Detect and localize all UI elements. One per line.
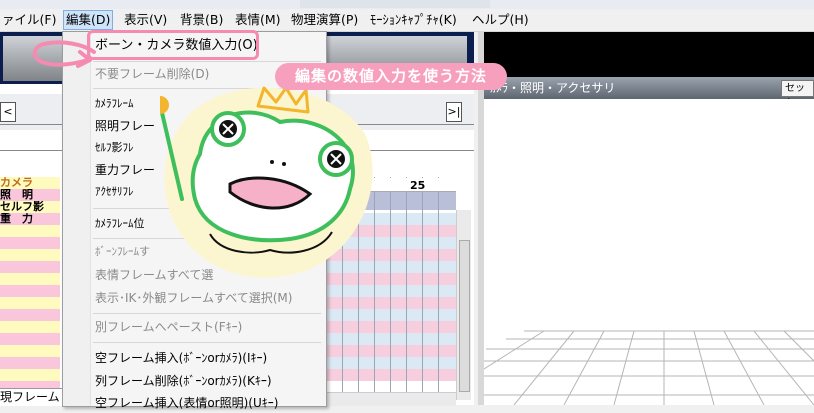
camera-panel: ｶﾒﾗ・照明・アクセサリ セット — [478, 32, 814, 406]
track-light[interactable]: 照 明 — [0, 189, 60, 201]
menu-item-gravity-frame[interactable]: 重力フレー — [95, 160, 155, 180]
3d-viewport[interactable] — [483, 99, 814, 406]
timeline-horizontal-scrollbar[interactable] — [326, 392, 456, 406]
track-camera[interactable]: カメラ — [0, 177, 60, 189]
track-self-shadow[interactable]: セルフ影 — [0, 201, 60, 213]
menu-expression[interactable]: 表情(M) — [233, 11, 283, 29]
menu-item-camera-frame[interactable]: ｶﾒﾗﾌﾚｰﾑ — [95, 94, 134, 114]
frog-mascot-sticker-icon — [160, 86, 373, 278]
timeline-vertical-scrollbar[interactable] — [456, 210, 471, 400]
ground-grid — [483, 330, 814, 406]
camera-toolbar-area — [484, 32, 814, 77]
menu-file[interactable]: ァイル(F) — [0, 11, 58, 29]
next-frame-button[interactable]: >| — [446, 102, 462, 122]
set-button[interactable]: セット — [781, 80, 814, 109]
menu-physics[interactable]: 物理演算(P) — [289, 11, 360, 29]
menu-help[interactable]: ヘルプ(H) — [470, 11, 531, 29]
menu-item-delete-column-frame[interactable]: 列フレーム削除(ﾎﾞｰﾝorｶﾒﾗ)(Kｷｰ) — [95, 371, 272, 391]
prev-frame-button[interactable]: < — [0, 102, 16, 122]
menu-motion-capture[interactable]: ﾓｰｼｮﾝｷｬﾌﾟﾁｬ(K) — [368, 11, 459, 29]
window-title-strip — [0, 0, 814, 9]
frame-number-label: 25 — [410, 179, 426, 192]
menu-item-self-shadow-frame[interactable]: ｾﾙﾌ影ﾌﾚ — [95, 138, 134, 158]
camera-panel-header: ｶﾒﾗ・照明・アクセサリ セット — [484, 77, 814, 109]
menu-view[interactable]: 表示(V) — [122, 11, 169, 29]
menu-background[interactable]: 背景(B) — [178, 11, 225, 29]
menu-edit[interactable]: 編集(D) — [63, 10, 114, 30]
current-frame-label: 現フレーム — [0, 388, 70, 406]
menu-item-paste-to-other-frame[interactable]: 別フレームへペースト(Fｷｰ) — [95, 317, 242, 337]
annotation-callout: 編集の数値入力を使う方法 — [275, 63, 507, 90]
annotation-arrow-icon — [32, 40, 96, 68]
menu-item-light-frame[interactable]: 照明フレー — [95, 116, 155, 136]
menu-item-accessory-frame[interactable]: ｱｸｾｻﾘﾌﾚ — [95, 182, 134, 202]
menu-item-insert-empty-frame-bone[interactable]: 空フレーム挿入(ﾎﾞｰﾝorｶﾒﾗ)(Iｷｰ) — [95, 348, 267, 368]
menu-item-select-all-display-frames[interactable]: 表示･IK･外観フレームすべて選択(M) — [95, 288, 292, 308]
menu-item-select-all-bone-frames[interactable]: ﾎﾞｰﾝﾌﾚｰﾑす — [95, 242, 150, 262]
highlight-box — [87, 30, 259, 60]
menu-bar: ァイル(F) 編集(D) 表示(V) 背景(B) 表情(M) 物理演算(P) ﾓ… — [0, 9, 814, 32]
menu-item-camera-frame-position[interactable]: ｶﾒﾗﾌﾚｰﾑ位 — [95, 214, 145, 234]
track-name-list: カメラ 照 明 セルフ影 重 力 — [0, 177, 60, 397]
track-gravity[interactable]: 重 力 — [0, 213, 60, 225]
menu-item-insert-empty-frame-expression[interactable]: 空フレーム挿入(表情or照明)(Uｷｰ) — [95, 393, 278, 413]
